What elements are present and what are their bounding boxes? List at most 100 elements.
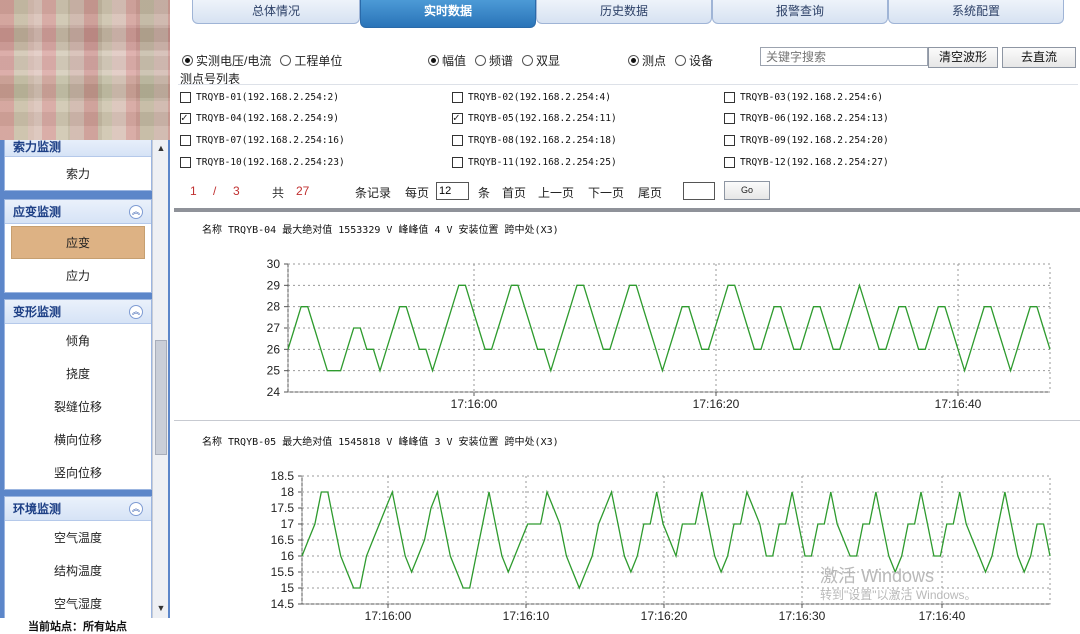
records-label: 条记录: [355, 186, 392, 200]
point-checkbox-item[interactable]: TRQYB-02(192.168.2.254:4): [452, 92, 611, 103]
nav-group-environment: 环境监测 ︽ 空气温度 结构温度 空气湿度: [4, 496, 152, 618]
y-tick-label: 15.5: [271, 565, 295, 579]
radio-label: 频谱: [489, 54, 514, 68]
radio-display-mode[interactable]: 幅值 频谱 双显: [428, 52, 560, 69]
nav-group-strain: 应变监测 ︽ 应变 应力: [4, 199, 152, 293]
checkbox[interactable]: [452, 157, 463, 168]
radio-button[interactable]: [428, 55, 439, 66]
nav-group-header[interactable]: 环境监测 ︽: [5, 497, 151, 521]
radio-label: 工程单位: [294, 54, 343, 68]
tab-overview[interactable]: 总体情况: [192, 0, 360, 24]
nav-group-deformation: 变形监测 ︽ 倾角 挠度 裂缝位移 横向位移 竖向位移: [4, 299, 152, 490]
checkbox[interactable]: [452, 92, 463, 103]
point-checkbox-item[interactable]: TRQYB-06(192.168.2.254:13): [724, 113, 889, 124]
radio-button[interactable]: [628, 55, 639, 66]
point-checkbox-item[interactable]: TRQYB-09(192.168.2.254:20): [724, 135, 889, 146]
sidebar-item-vertical-displacement[interactable]: 竖向位移: [5, 456, 151, 489]
checkbox[interactable]: [724, 113, 735, 124]
chart-title: 名称 TRQYB-05 最大绝对值 1545818 V 峰峰值 3 V 安装位置…: [202, 437, 559, 448]
nav-group-header[interactable]: 索力监测: [5, 140, 151, 157]
sidebar-item-air-temperature[interactable]: 空气温度: [5, 521, 151, 554]
radio-label: 双显: [536, 54, 561, 68]
checkbox[interactable]: [180, 92, 191, 103]
radio-measured-voltage[interactable]: 实测电压/电流 工程单位: [182, 52, 342, 69]
nav-group-title: 变形监测: [13, 305, 62, 319]
sidebar-item-inclination[interactable]: 倾角: [5, 324, 151, 357]
point-checkbox-item[interactable]: TRQYB-07(192.168.2.254:16): [180, 135, 345, 146]
radio-button[interactable]: [675, 55, 687, 66]
radio-button[interactable]: [475, 55, 487, 66]
first-page-link[interactable]: 首页: [502, 184, 526, 201]
point-checkbox-item[interactable]: TRQYB-10(192.168.2.254:23): [180, 157, 345, 168]
next-page-link[interactable]: 下一页: [588, 184, 624, 201]
point-checkbox-item[interactable]: TRQYB-03(192.168.2.254:6): [724, 92, 883, 103]
nav-group-header[interactable]: 应变监测 ︽: [5, 200, 151, 224]
y-tick-label: 17: [281, 517, 295, 531]
tab-alarm-query[interactable]: 报警查询: [712, 0, 888, 24]
checkbox[interactable]: [452, 111, 463, 124]
x-tick-label: 17:16:40: [935, 397, 982, 411]
checkbox[interactable]: [724, 157, 735, 168]
x-tick-label: 17:16:30: [779, 609, 826, 623]
collapse-icon[interactable]: ︽: [129, 304, 143, 319]
scroll-down-icon[interactable]: ▼: [155, 602, 167, 614]
tab-realtime-data[interactable]: 实时数据: [360, 0, 536, 28]
prev-page-link[interactable]: 上一页: [538, 184, 574, 201]
radio-target[interactable]: 测点 设备: [628, 52, 713, 69]
go-button[interactable]: Go: [724, 181, 770, 200]
scroll-up-icon[interactable]: ▲: [155, 142, 167, 154]
y-tick-label: 14.5: [271, 597, 295, 611]
y-tick-label: 18: [281, 485, 295, 499]
radio-button[interactable]: [280, 55, 292, 66]
checkbox[interactable]: [724, 92, 735, 103]
point-checkbox-item[interactable]: TRQYB-11(192.168.2.254:25): [452, 157, 617, 168]
remove-dc-button[interactable]: 去直流: [1002, 47, 1076, 68]
sidebar-item-stress[interactable]: 应力: [5, 259, 151, 292]
checkbox[interactable]: [180, 111, 191, 124]
point-checkbox-item[interactable]: TRQYB-01(192.168.2.254:2): [180, 92, 339, 103]
collapse-icon[interactable]: ︽: [129, 501, 143, 516]
tab-history-data[interactable]: 历史数据: [536, 0, 712, 24]
point-checkbox-item[interactable]: TRQYB-12(192.168.2.254:27): [724, 157, 889, 168]
tab-system-config[interactable]: 系统配置: [888, 0, 1064, 24]
checkbox[interactable]: [452, 135, 463, 146]
point-checkbox-item[interactable]: TRQYB-05(192.168.2.254:11): [452, 111, 617, 124]
clear-wave-button[interactable]: 清空波形: [928, 47, 998, 68]
radio-label: 测点: [642, 54, 667, 68]
per-page-label: 每页: [405, 186, 430, 200]
sidebar-item-crack-displacement[interactable]: 裂缝位移: [5, 390, 151, 423]
goto-page-input[interactable]: [683, 182, 715, 200]
point-checkbox-item[interactable]: TRQYB-04(192.168.2.254:9): [180, 111, 339, 124]
pagination: 1 / 3 共 27 条记录 每页 条 首页 上一页 下一页 尾页 Go: [190, 181, 790, 201]
point-label: TRQYB-11(192.168.2.254:25): [468, 157, 617, 168]
y-tick-label: 15: [281, 581, 295, 595]
point-label: TRQYB-07(192.168.2.254:16): [196, 135, 345, 146]
waveform-chart-1: 24 25 26 27 28 29 30 17:16:00 17:16:20 17:16:40: [267, 257, 1051, 411]
radio-label: 实测电压/电流: [196, 54, 272, 68]
point-checkbox-item[interactable]: TRQYB-08(192.168.2.254:18): [452, 135, 617, 146]
sidebar-item-strain[interactable]: 应变: [11, 226, 145, 259]
checkbox[interactable]: [180, 157, 191, 168]
sidebar-item-lateral-displacement[interactable]: 横向位移: [5, 423, 151, 456]
x-tick-label: 17:16:20: [641, 609, 688, 623]
nav-group-title: 应变监测: [13, 205, 62, 219]
checkbox[interactable]: [724, 135, 735, 146]
sidebar-item-deflection[interactable]: 挠度: [5, 357, 151, 390]
y-tick-label: 27: [267, 321, 281, 335]
collapse-icon[interactable]: ︽: [129, 204, 143, 219]
page-size-input[interactable]: [436, 182, 469, 200]
scroll-thumb[interactable]: [155, 340, 167, 455]
sidebar-item-structure-temperature[interactable]: 结构温度: [5, 554, 151, 587]
point-label: TRQYB-12(192.168.2.254:27): [740, 157, 889, 168]
point-label: TRQYB-09(192.168.2.254:20): [740, 135, 889, 146]
y-tick-label: 28: [267, 300, 281, 314]
nav-group-header[interactable]: 变形监测 ︽: [5, 300, 151, 324]
sidebar-item-cable-force[interactable]: 索力: [5, 157, 151, 190]
last-page-link[interactable]: 尾页: [638, 184, 662, 201]
checkbox[interactable]: [180, 135, 191, 146]
radio-button[interactable]: [522, 55, 534, 66]
sidebar-scrollbar[interactable]: ▲ ▼: [152, 140, 168, 618]
radio-button[interactable]: [182, 55, 193, 66]
search-input[interactable]: [760, 47, 928, 66]
sidebar-item-air-humidity[interactable]: 空气湿度: [5, 587, 151, 618]
